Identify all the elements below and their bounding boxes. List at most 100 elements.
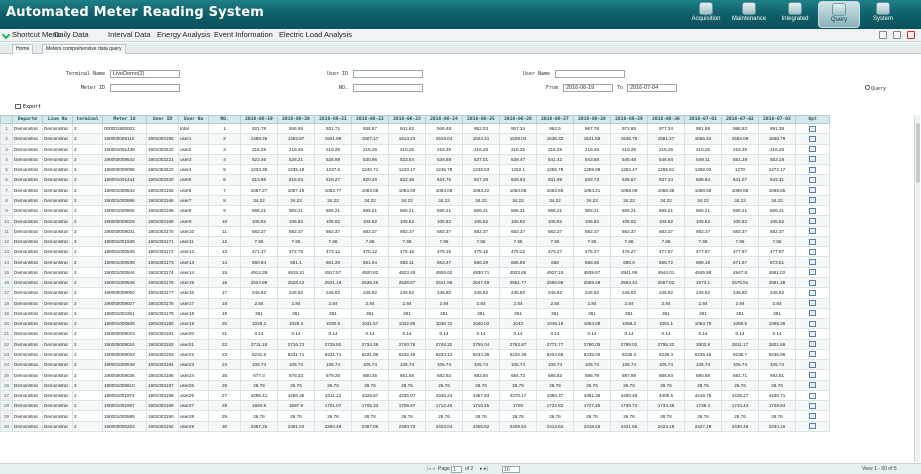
table-row[interactable]: 9 Demonstrat Demonstrat 2 190001000606 190100… xyxy=(0,205,830,217)
row-action[interactable] xyxy=(795,184,830,196)
row-action[interactable] xyxy=(795,389,830,402)
detail-icon[interactable] xyxy=(809,218,816,225)
lock-icon[interactable] xyxy=(893,31,901,39)
row-action[interactable] xyxy=(795,297,830,309)
nav-query[interactable]: Query xyxy=(818,1,860,28)
terminal-name-input[interactable]: LiveDemo(2) xyxy=(110,70,180,78)
row-action[interactable] xyxy=(795,256,830,268)
table-row[interactable]: 1 Demonstrat Demonstrat 2 000001900002 total 1… xyxy=(0,122,830,135)
column-header[interactable]: 2016-06-28 xyxy=(573,115,611,124)
detail-icon[interactable] xyxy=(809,392,816,399)
row-action[interactable] xyxy=(795,133,830,145)
detail-icon[interactable] xyxy=(809,156,816,163)
table-row[interactable]: 14 Demonstrat Demonstrat 2 190001000538 19010… xyxy=(0,256,830,268)
detail-icon[interactable] xyxy=(809,330,816,337)
column-header[interactable]: 2016-07-03 xyxy=(758,115,796,124)
detail-icon[interactable] xyxy=(809,187,816,194)
query-button[interactable]: Query xyxy=(865,85,886,92)
detail-icon[interactable] xyxy=(809,289,816,296)
page-size-select[interactable]: 10 xyxy=(502,466,520,473)
column-header[interactable]: 2016-06-26 xyxy=(499,115,537,124)
detail-icon[interactable] xyxy=(809,361,816,368)
column-header[interactable]: 2016-06-21 xyxy=(314,115,352,124)
table-row[interactable]: 28 Demonstrat Demonstrat 2 190001001597 19010… xyxy=(0,400,830,412)
row-action[interactable] xyxy=(795,338,830,350)
row-action[interactable] xyxy=(795,143,830,155)
column-header[interactable]: Meter Id xyxy=(102,115,147,124)
table-row[interactable]: 5 Demonstrat Demonstrat 2 190000009098 190100… xyxy=(0,164,830,176)
column-header[interactable]: Opt xyxy=(795,115,830,124)
page-input[interactable]: 1 xyxy=(451,466,462,473)
row-action[interactable] xyxy=(795,174,830,186)
detail-icon[interactable] xyxy=(809,228,816,235)
detail-icon[interactable] xyxy=(809,372,816,378)
detail-icon[interactable] xyxy=(809,413,816,420)
detail-icon[interactable] xyxy=(809,197,816,204)
column-header[interactable]: 2016-06-24 xyxy=(425,115,463,124)
table-row[interactable]: 30 Demonstrat Demonstrat 2 190000000253 19010… xyxy=(0,420,830,432)
table-row[interactable]: 22 Demonstrat Demonstrat 2 190000009024 19010… xyxy=(0,338,830,350)
row-action[interactable] xyxy=(795,235,830,248)
table-row[interactable]: 18 Demonstrat Demonstrat 2 190000009027 19010… xyxy=(0,297,830,309)
detail-icon[interactable] xyxy=(809,341,816,348)
column-header[interactable]: 2016-07-01 xyxy=(684,115,722,124)
tab-home[interactable]: Home xyxy=(12,44,34,54)
detail-icon[interactable] xyxy=(809,423,816,430)
row-action[interactable] xyxy=(795,266,830,278)
menu-energy-analysis[interactable]: Energy Analysis xyxy=(157,30,210,39)
row-action[interactable] xyxy=(795,287,830,299)
column-header[interactable]: 2016-06-23 xyxy=(388,115,426,124)
row-action[interactable] xyxy=(795,410,830,422)
row-action[interactable] xyxy=(795,215,830,227)
no-input[interactable] xyxy=(353,84,423,92)
detail-icon[interactable] xyxy=(809,269,816,276)
row-action[interactable] xyxy=(795,328,830,340)
menu-electric-load[interactable]: Electric Load Analysis xyxy=(279,30,352,39)
table-row[interactable]: 8 Demonstrat Demonstrat 2 190001000586 190100… xyxy=(0,194,830,207)
table-row[interactable]: 24 Demonstrat Demonstrat 2 190001000549 19010… xyxy=(0,359,830,371)
table-row[interactable]: 25 Demonstrat Demonstrat 2 190000009036 19010… xyxy=(0,369,830,381)
column-header[interactable]: NO. xyxy=(208,115,241,124)
row-action[interactable] xyxy=(795,276,830,289)
vertical-scrollbar[interactable] xyxy=(914,115,920,462)
detail-icon[interactable] xyxy=(809,279,816,286)
detail-icon[interactable] xyxy=(809,238,816,245)
table-row[interactable]: 19 Demonstrat Demonstrat 2 190001002251 19010… xyxy=(0,307,830,320)
table-row[interactable]: 17 Demonstrat Demonstrat 2 190000009050 19010… xyxy=(0,287,830,299)
column-header[interactable]: Line Na xyxy=(42,115,73,124)
table-row[interactable]: 2 Demonstrat Demonstrat 2 190000008110 190100… xyxy=(0,133,830,145)
home-icon[interactable] xyxy=(879,31,887,39)
tab-meters-query[interactable]: Meters comprehensive data query xyxy=(42,44,126,54)
column-header[interactable]: 2016-06-25 xyxy=(462,115,500,124)
meter-id-input[interactable] xyxy=(110,84,180,92)
column-header[interactable]: 2016-06-22 xyxy=(351,115,389,124)
nav-acquisition[interactable]: Acquisition xyxy=(685,1,727,28)
table-row[interactable]: 20 Demonstrat Demonstrat 2 190001000608 19010… xyxy=(0,318,830,330)
table-row[interactable]: 23 Demonstrat Demonstrat 2 190000009033 19010… xyxy=(0,348,830,361)
row-action[interactable] xyxy=(795,379,830,391)
detail-icon[interactable] xyxy=(809,382,816,389)
nav-maintenance[interactable]: Maintenance xyxy=(728,1,770,28)
detail-icon[interactable] xyxy=(809,146,816,153)
table-row[interactable]: 29 Demonstrat Demonstrat 2 190001000589 19010… xyxy=(0,410,830,422)
column-header[interactable]: 2016-06-29 xyxy=(610,115,648,124)
menu-daily-data[interactable]: Daily Data xyxy=(54,30,89,39)
row-action[interactable] xyxy=(795,205,830,217)
column-header[interactable]: 2016-07-02 xyxy=(721,115,759,124)
row-action[interactable] xyxy=(795,225,830,237)
exit-icon[interactable] xyxy=(907,31,915,39)
table-row[interactable]: 6 Demonstrat Demonstrat 2 190001001444 190100… xyxy=(0,174,830,186)
table-row[interactable]: 26 Demonstrat Demonstrat 2 190001000610 19010… xyxy=(0,379,830,391)
nav-system[interactable]: System xyxy=(862,1,904,28)
menu-interval-data[interactable]: Interval Data xyxy=(108,30,151,39)
column-header[interactable]: 2016-06-19 xyxy=(240,115,278,124)
detail-icon[interactable] xyxy=(809,402,816,409)
row-action[interactable] xyxy=(795,164,830,176)
column-header[interactable]: terminal xyxy=(72,115,103,124)
column-header[interactable]: User Na xyxy=(178,115,209,124)
detail-icon[interactable] xyxy=(809,135,816,142)
row-action[interactable] xyxy=(795,153,830,166)
column-header[interactable]: 2016-06-27 xyxy=(536,115,574,124)
user-name-input[interactable] xyxy=(555,70,625,78)
table-row[interactable]: 15 Demonstrat Demonstrat 2 190001000544 19010… xyxy=(0,266,830,278)
